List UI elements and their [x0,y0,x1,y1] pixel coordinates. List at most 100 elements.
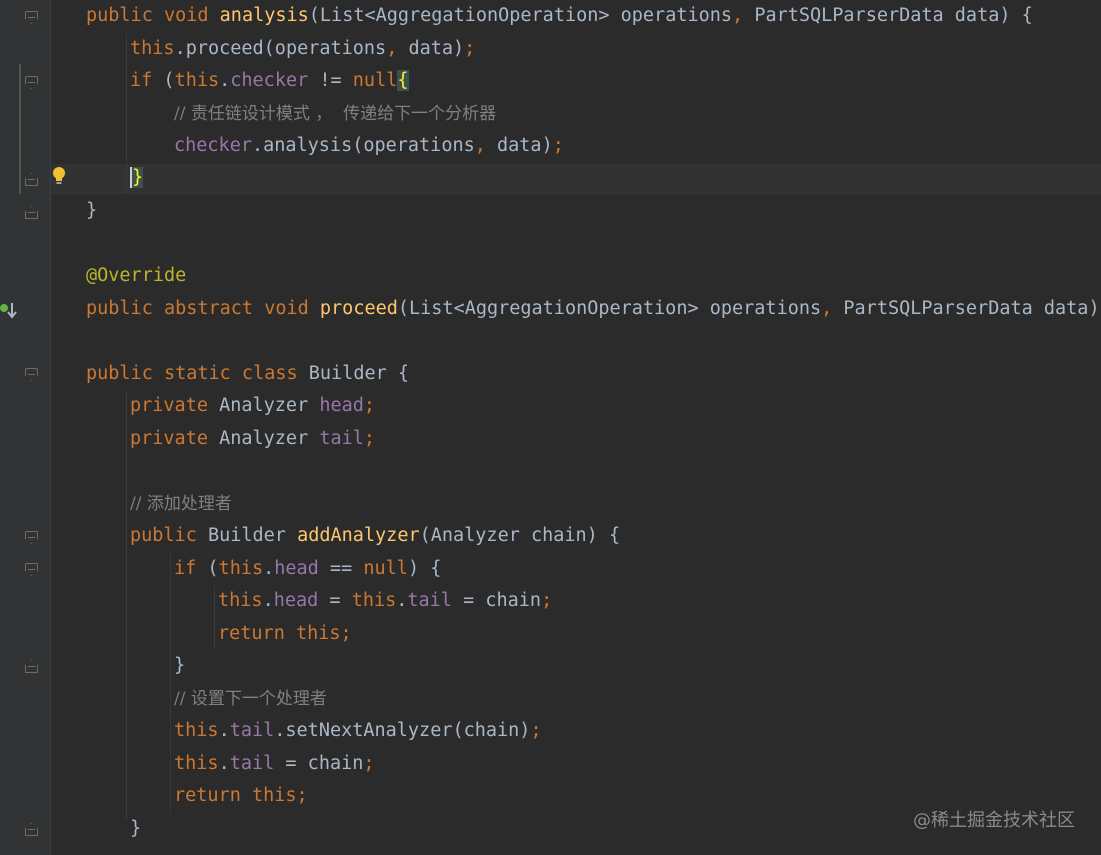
code-line[interactable]: } [174,650,185,682]
code-token: . [262,590,274,611]
code-token: tail [229,753,275,774]
code-token: this [351,590,397,611]
code-token: } [174,655,186,676]
code-token: this [174,720,219,741]
code-token: // 设置下一个处理者 [174,689,327,709]
code-line[interactable]: public void analysis(List<AggregationOpe… [86,0,1033,32]
code-token: private [130,428,220,449]
code-token: (Analyzer chain) { [419,525,621,546]
lightbulb-icon[interactable] [51,166,67,186]
code-token: tail [407,590,452,611]
code-line[interactable]: private Analyzer tail; [130,423,375,455]
indent-guide [126,390,127,820]
code-line[interactable]: this.tail = chain; [174,748,375,780]
code-token: .setNextAnalyzer(chain) [274,720,531,741]
code-token: } [130,167,144,188]
code-token: this [174,753,219,774]
code-token: == [318,558,364,579]
code-token: ; [363,428,376,449]
code-line[interactable]: return this; [174,780,308,812]
indent-guide [170,553,171,813]
code-token: = [318,590,352,611]
code-token: ; [464,38,476,59]
code-token: , [386,38,409,59]
code-token: , [732,5,755,26]
code-token: public [130,525,208,546]
editor-gutter [0,0,50,855]
code-token: PartSQLParserData data) { [754,5,1033,26]
code-token: .proceed(operations [174,38,387,59]
code-token: this [174,70,220,91]
code-token: .analysis(operations [251,135,475,156]
code-line[interactable]: public Builder addAnalyzer(Analyzer chai… [130,520,620,552]
code-line[interactable]: @Override [86,260,186,292]
code-line[interactable]: if (this.head == null) { [174,553,441,585]
code-token: addAnalyzer [297,525,420,546]
code-token: Analyzer [219,428,320,449]
code-line[interactable]: public abstract void proceed(List<Aggreg… [86,293,1101,325]
code-token: ; [541,590,553,611]
code-line[interactable]: checker.analysis(operations, data); [174,130,564,162]
gutter-separator [50,0,51,855]
code-token: tail [229,720,275,741]
code-line[interactable]: } [86,195,97,227]
code-token: this [130,38,175,59]
code-token: ; [552,135,564,156]
code-line[interactable]: return this; [218,618,352,650]
code-token: Builder { [308,363,410,384]
code-token: (List<AggregationOperation> operations [397,298,822,319]
current-line-highlight [51,164,1101,194]
code-token: public static class [86,363,309,384]
code-token: public [86,5,164,26]
code-token: , [821,298,844,319]
code-token: if [130,70,164,91]
code-token: . [263,558,275,579]
watermark: @稀土掘金技术社区 [913,810,1075,831]
code-token: proceed [319,298,398,319]
code-token: ( [163,70,175,91]
indent-guide [214,585,215,650]
code-line[interactable]: // 添加处理者 [130,488,232,520]
code-token: . [396,590,408,611]
code-token: checker [174,135,252,156]
code-token: ; [530,720,542,741]
code-token: public abstract void [86,298,320,319]
change-marker [19,64,21,194]
code-token: if [174,558,208,579]
code-token: return this; [174,785,308,806]
code-token: PartSQLParserData data) [843,298,1100,319]
code-token: Analyzer [219,395,320,416]
code-line[interactable]: this.tail.setNextAnalyzer(chain); [174,715,542,747]
code-token: . [218,720,230,741]
code-token: ; [363,753,375,774]
code-token: checker [230,70,309,91]
code-line[interactable]: this.head = this.tail = chain; [218,585,552,617]
code-line[interactable]: this.proceed(operations, data); [130,33,475,65]
code-token: void [163,5,220,26]
code-token: { [397,70,409,91]
code-token: private [130,395,220,416]
code-token: != [308,70,353,91]
code-line[interactable]: // 责任链设计模式 ， 传递给下一个分析器 [174,98,496,130]
override-icon[interactable] [0,299,18,321]
code-token: Builder [207,525,298,546]
code-line[interactable]: if (this.checker != null{ [130,65,409,97]
code-line[interactable]: // 设置下一个处理者 [174,683,327,715]
code-token: head [273,590,319,611]
code-token: tail [319,428,364,449]
code-token: ; [363,395,376,416]
code-token: null [352,70,398,91]
code-token: = chain [451,590,542,611]
code-token: @Override [86,265,187,286]
code-token: this [218,590,263,611]
code-token: data) [497,135,553,156]
code-line[interactable]: } [130,162,144,194]
code-line[interactable]: private Analyzer head; [130,390,375,422]
code-line[interactable]: } [130,813,141,845]
code-line[interactable]: public static class Builder { [86,358,409,390]
code-token: // 责任链设计模式 ， 传递给下一个分析器 [174,104,497,124]
code-token: } [86,200,98,221]
code-token: head [319,395,364,416]
code-token: } [130,818,142,839]
code-token: . [218,753,230,774]
